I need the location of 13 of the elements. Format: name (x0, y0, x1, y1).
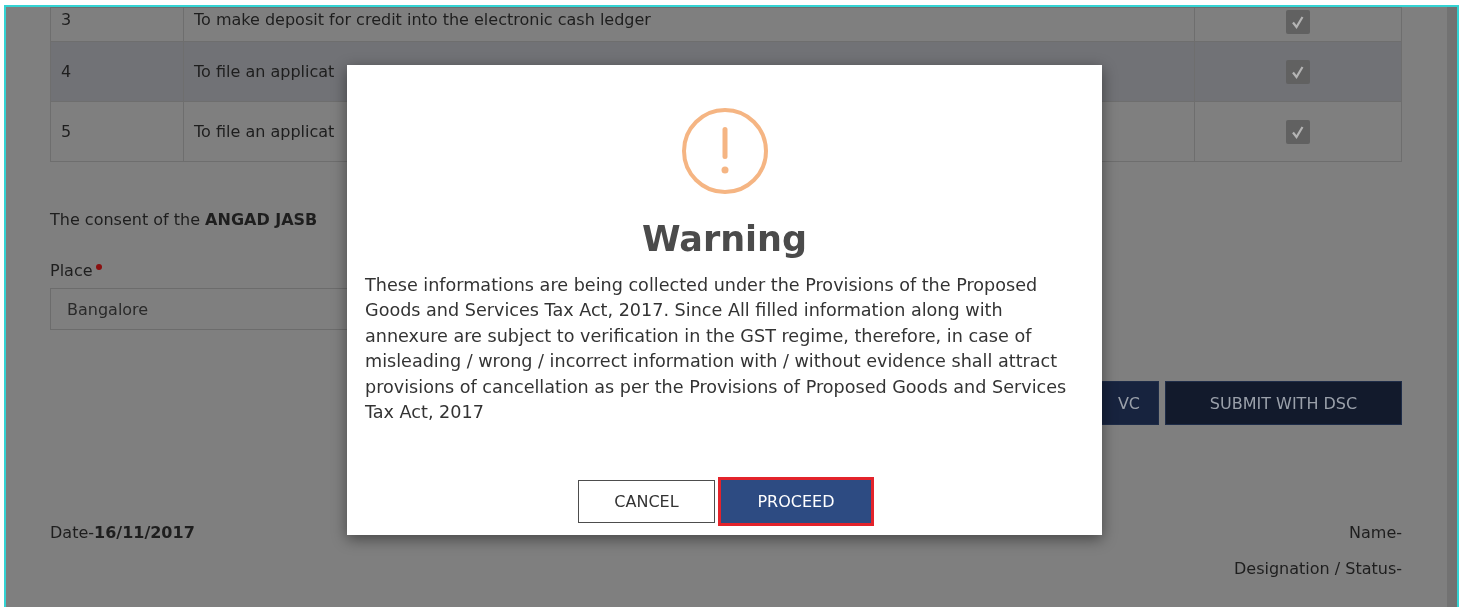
row-description: To file an applicat (194, 62, 335, 81)
dialog-message: These informations are being collected under the Provisions of the Proposed Goods and Services Tax Act, 2017. Since All filled information along with annexure are subject to verification in the GST regime, therefore, in case of misleading / wrong / incorrect information with / without evidence shall attract provisions of cancellation as per the Provisions of Proposed Goods and Services Tax Act, 2017 (365, 274, 1068, 425)
row-description: To file an applicat (194, 122, 335, 141)
row-number: 3 (61, 10, 72, 29)
row-description: To make deposit for credit into the electronic cash ledger (194, 10, 651, 29)
place-label: Place (50, 261, 93, 280)
dialog-title: Warning (641, 219, 808, 259)
signature-label: Name- (1349, 523, 1402, 542)
consent-text: The consent of the ANGAD JASB (50, 210, 319, 229)
signature-label: Designation / Status- (1234, 559, 1402, 578)
row-number: 5 (61, 122, 72, 141)
date-text: Date-16/11/2017 (50, 523, 195, 544)
row-number: 4 (61, 62, 72, 81)
